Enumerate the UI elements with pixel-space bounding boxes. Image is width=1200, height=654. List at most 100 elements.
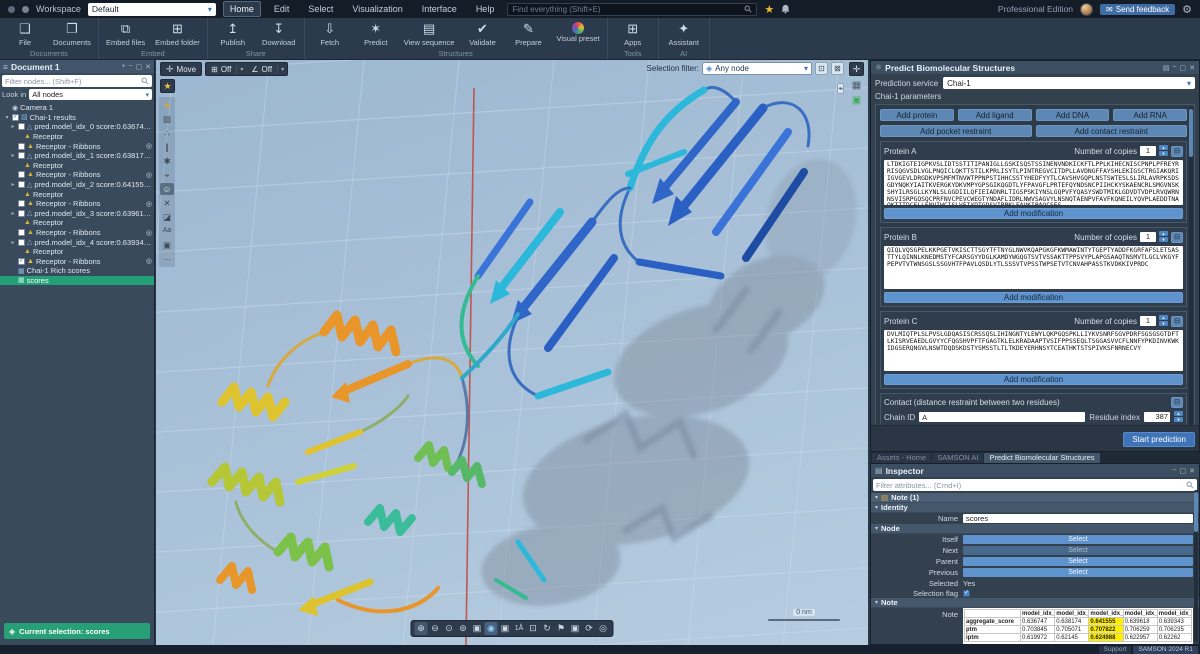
zoom-in-icon[interactable]: ⊕: [415, 622, 428, 635]
maximize-icon[interactable]: ▢: [1180, 467, 1187, 475]
hamburger-icon[interactable]: ≡: [3, 62, 8, 72]
move-tool-button[interactable]: ✛Move: [160, 62, 202, 76]
view-sequence-button[interactable]: ▤View sequence: [402, 19, 457, 47]
minimize-icon[interactable]: −: [128, 63, 132, 71]
delete-protein-button[interactable]: ⊟: [1171, 146, 1183, 157]
menu-select[interactable]: Select: [302, 2, 339, 16]
selection-filter-select[interactable]: ◈Any node▾: [702, 62, 812, 75]
tab-samson-ai[interactable]: SAMSON AI: [932, 453, 983, 463]
copies-stepper[interactable]: ▴▾: [1159, 231, 1168, 243]
menu-visualization[interactable]: Visualization: [346, 2, 408, 16]
tool-icon[interactable]: Aa: [160, 225, 174, 237]
embed-folder-button[interactable]: ⊞Embed folder: [153, 19, 202, 47]
tree-item-ribbons[interactable]: ✓▲Receptor - Ribbons◎: [0, 199, 154, 209]
filter-nodes-input[interactable]: [5, 77, 141, 86]
publish-button[interactable]: ↥Publish: [213, 19, 253, 47]
download-button[interactable]: ↧Download: [259, 19, 299, 47]
settings-gear-icon[interactable]: ⚙: [1182, 3, 1192, 16]
select-next-button[interactable]: Select: [963, 546, 1193, 555]
close-icon[interactable]: ✕: [1189, 467, 1195, 475]
add-icon[interactable]: +: [121, 63, 125, 71]
embed-files-button[interactable]: ⧉Embed files: [104, 19, 147, 47]
rotate-view-icon[interactable]: ↻: [541, 622, 554, 635]
tree-item-model[interactable]: ▸✓△pred.model_idx_2 score:0.641555 iptm:…: [0, 180, 154, 190]
user-avatar[interactable]: [1080, 3, 1093, 16]
add-modification-button[interactable]: Add modification: [884, 208, 1183, 219]
expander-icon[interactable]: ▸: [10, 123, 16, 130]
window-dot-icon[interactable]: [22, 6, 29, 13]
eye-view-icon[interactable]: ◎: [597, 622, 610, 635]
tree-item-model[interactable]: ▸✓△pred.model_idx_0 score:0.636747 iptm:…: [0, 122, 154, 132]
filter-attributes-input[interactable]: [876, 481, 1186, 490]
prediction-service-select[interactable]: Chai-1▾: [943, 77, 1195, 89]
copies-stepper[interactable]: ▴▾: [1159, 145, 1168, 157]
filter-nodes-field[interactable]: [2, 75, 152, 87]
tool-icon[interactable]: ⌖: [160, 169, 174, 181]
notifications-bell-icon[interactable]: [781, 4, 790, 14]
residue-index-input[interactable]: 387: [1144, 412, 1170, 422]
delete-contact-button[interactable]: ⊟: [1171, 397, 1183, 408]
tool-icon[interactable]: ✱: [160, 155, 174, 167]
window-dot-icon[interactable]: [8, 6, 15, 13]
tool-icon[interactable]: ∴: [160, 127, 174, 139]
start-prediction-button[interactable]: Start prediction: [1123, 432, 1195, 447]
global-search[interactable]: [507, 3, 757, 16]
checkbox[interactable]: ✓: [18, 258, 25, 265]
maximize-icon[interactable]: ▢: [1180, 64, 1187, 72]
tool-icon[interactable]: ☺: [160, 183, 174, 195]
tool-icon[interactable]: ⋯: [160, 253, 174, 265]
checkbox[interactable]: ✓: [18, 143, 25, 150]
save-icon[interactable]: ▤: [1163, 64, 1170, 72]
scrollbar[interactable]: [1194, 490, 1198, 642]
add-modification-button[interactable]: Add modification: [884, 374, 1183, 385]
checkbox[interactable]: ✓: [12, 114, 19, 121]
view-box-icon[interactable]: ▣: [471, 622, 484, 635]
close-icon[interactable]: ✕: [145, 63, 151, 71]
expander-icon[interactable]: ▸: [10, 239, 16, 246]
zoom-selection-icon[interactable]: ⊚: [457, 622, 470, 635]
screenshot-icon[interactable]: ⊡: [527, 622, 540, 635]
workspace-select[interactable]: Default▾: [88, 3, 216, 16]
add-ligand-button[interactable]: Add ligand: [958, 109, 1032, 121]
add-pocket-restraint-button[interactable]: Add pocket restraint: [880, 125, 1032, 137]
select-itself-button[interactable]: Select: [963, 535, 1193, 544]
viewport-3d[interactable]: ✛Move ⊞Off ▾ ∠Off ▾ ★ ★ ▨ ∴ ∥ ✱ ⌖ ☺ ✕ ◪ …: [156, 60, 868, 645]
tree-item-ribbons[interactable]: ✓▲Receptor - Ribbons◎: [0, 228, 154, 238]
expander-icon[interactable]: ▸: [10, 152, 16, 159]
tree-item-model[interactable]: ▸✓△pred.model_idx_4 score:0.639343 iptm:…: [0, 237, 154, 247]
camera-tool-icon[interactable]: ✛: [849, 62, 864, 76]
pick-target-button[interactable]: ⌖: [837, 83, 844, 94]
add-modification-button[interactable]: Add modification: [884, 292, 1183, 303]
tool-icon[interactable]: ◪: [160, 211, 174, 223]
file-button[interactable]: ❏File: [5, 19, 45, 47]
eye-icon[interactable]: ◎: [146, 142, 154, 150]
copies-value[interactable]: 1: [1140, 232, 1156, 242]
chevron-down-icon[interactable]: ▾: [237, 66, 246, 73]
checkbox[interactable]: ✓: [18, 239, 25, 246]
eye-icon[interactable]: ◎: [146, 171, 154, 179]
deselect-button[interactable]: ⊠: [831, 62, 844, 75]
measure-tool-icon[interactable]: ▣: [852, 95, 861, 106]
chain-id-input[interactable]: A: [919, 412, 1085, 422]
minimize-icon[interactable]: −: [1172, 467, 1176, 475]
copies-stepper[interactable]: ▴▾: [1159, 315, 1168, 327]
favorite-tool-star-icon[interactable]: ★: [160, 79, 175, 93]
tree-item-receptor[interactable]: ▲Receptor: [0, 161, 154, 171]
checkbox[interactable]: ✓: [18, 152, 25, 159]
note-subsection-header[interactable]: ▾Note: [871, 598, 1199, 608]
filter-attributes-field[interactable]: [873, 479, 1197, 491]
add-protein-button[interactable]: Add protein: [880, 109, 954, 121]
search-input[interactable]: [512, 5, 744, 14]
scrollbar[interactable]: [1189, 107, 1193, 425]
tree-item-ribbons[interactable]: ✓▲Receptor - Ribbons◎: [0, 257, 154, 267]
grid-snap-toggle[interactable]: ⊞Off: [206, 65, 237, 74]
maximize-icon[interactable]: ▢: [136, 63, 143, 71]
tree-item-scores[interactable]: ▦scores: [0, 276, 154, 286]
delete-protein-button[interactable]: ⊟: [1171, 232, 1183, 243]
identity-section-header[interactable]: ▾Identity: [871, 503, 1199, 513]
tree-item-receptor[interactable]: ▲Receptor: [0, 189, 154, 199]
eye-icon[interactable]: ◎: [146, 229, 154, 237]
menu-edit[interactable]: Edit: [268, 2, 296, 16]
chevron-down-icon[interactable]: ▾: [278, 66, 287, 73]
minimize-icon[interactable]: −: [1172, 64, 1176, 72]
